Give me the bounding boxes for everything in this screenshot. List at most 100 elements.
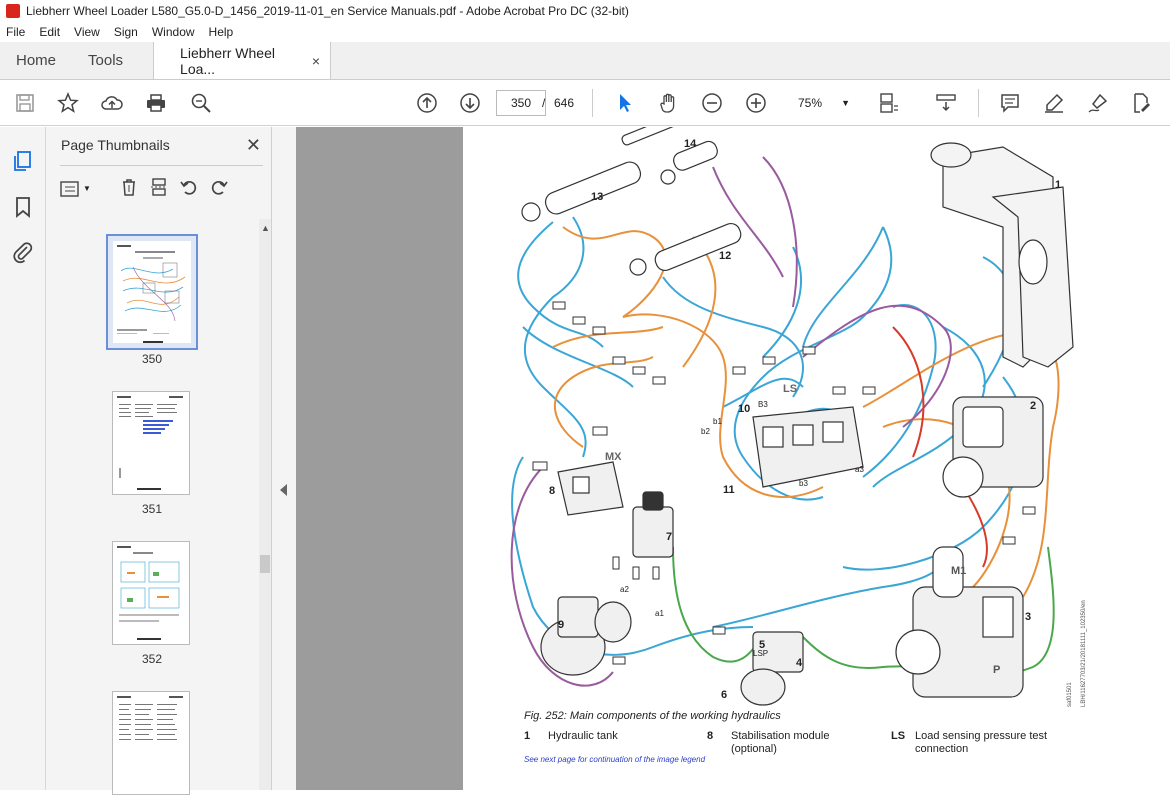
acrobat-logo-icon xyxy=(6,4,20,18)
side-code-1: saf01501 xyxy=(1067,682,1073,707)
continuation-note[interactable]: See next page for continuation of the im… xyxy=(524,755,705,764)
thumbnail-options-icon[interactable]: ▼ xyxy=(60,180,91,198)
title-bar: Liebherr Wheel Loader L580_G5.0-D_1456_2… xyxy=(0,0,1170,22)
diagram-label-9: 9 xyxy=(558,619,565,631)
scroll-up-icon[interactable]: ▲ xyxy=(261,223,270,233)
menu-view[interactable]: View xyxy=(74,25,100,39)
window-title: Liebherr Wheel Loader L580_G5.0-D_1456_2… xyxy=(26,4,629,18)
side-code-area-2: LBH/11627703/21/20181111_102350/en xyxy=(1081,567,1091,707)
zoom-search-icon[interactable] xyxy=(188,90,214,116)
legend-number: 1 xyxy=(524,730,531,742)
tab-home[interactable]: Home xyxy=(0,42,72,79)
scroll-mode-icon[interactable] xyxy=(933,90,959,116)
menu-bar: File Edit View Sign Window Help xyxy=(0,22,1170,42)
thumbnail-label: 352 xyxy=(141,652,163,666)
diagram-label-mx: MX xyxy=(605,451,622,463)
diagram-label-4: 4 xyxy=(796,657,803,669)
legend-text: Hydraulic tank xyxy=(548,730,618,742)
legend-number: LS xyxy=(891,730,906,742)
main-area: Page Thumbnails ✕ ▼ 350 351 352 ▲ 1 2 3 … xyxy=(0,127,1170,795)
left-nav-rail xyxy=(0,127,46,790)
diagram-label-8: 8 xyxy=(549,485,556,497)
menu-window[interactable]: Window xyxy=(152,25,195,39)
previous-page-icon[interactable] xyxy=(414,90,440,116)
select-cursor-icon[interactable] xyxy=(612,90,638,116)
total-pages: 646 xyxy=(554,96,575,110)
delete-page-icon[interactable] xyxy=(119,177,139,200)
hand-tool-icon[interactable] xyxy=(656,90,682,116)
page-number-input[interactable]: 350 xyxy=(496,90,546,116)
thumbnail-page-350[interactable] xyxy=(106,234,198,350)
diagram-label-p: P xyxy=(993,664,1001,676)
thumbnail-page-352[interactable] xyxy=(112,541,190,645)
page-separator: / xyxy=(542,96,546,110)
diagram-label-a1: a1 xyxy=(655,609,664,618)
menu-edit[interactable]: Edit xyxy=(39,25,60,39)
panel-divider xyxy=(60,165,263,166)
tab-document[interactable]: Liebherr Wheel Loa... × xyxy=(153,42,332,79)
diagram-label-b3: b3 xyxy=(799,479,808,488)
comment-icon[interactable] xyxy=(997,90,1023,116)
toolbar: 350 / 646 75% ▼ xyxy=(0,80,1170,126)
figure-caption: Fig. 252: Main components of the working… xyxy=(524,710,781,722)
thumbnail-label: 351 xyxy=(141,502,163,516)
attachments-paperclip-icon[interactable] xyxy=(11,240,35,264)
diagram-label-13: 13 xyxy=(591,191,604,203)
hydraulic-diagram xyxy=(510,127,1074,706)
page-thumbnails-panel: Page Thumbnails ✕ ▼ 350 351 352 ▲ xyxy=(46,127,272,795)
panel-close-icon[interactable]: ✕ xyxy=(246,135,261,156)
side-code-area: saf01501 xyxy=(1067,597,1077,707)
diagram-label-14: 14 xyxy=(684,138,697,150)
diagram-label-m1: M1 xyxy=(951,565,967,577)
extract-page-icon[interactable] xyxy=(149,177,169,200)
rotate-right-icon[interactable] xyxy=(209,177,229,200)
legend-number: 8 xyxy=(707,730,714,742)
fit-page-icon[interactable] xyxy=(875,90,901,116)
tab-tools[interactable]: Tools xyxy=(72,42,139,79)
highlight-pen-icon[interactable] xyxy=(1041,90,1067,116)
toolbar-divider xyxy=(592,89,593,117)
thumbnail-page-353[interactable] xyxy=(112,691,190,795)
diagram-label-b1: b1 xyxy=(713,417,722,426)
chevron-down-icon: ▼ xyxy=(841,98,850,108)
diagram-label-ls: LS xyxy=(783,383,798,395)
thumbnail-page-351[interactable] xyxy=(112,391,190,495)
tab-bar: Home Tools Liebherr Wheel Loa... × xyxy=(0,42,1170,80)
diagram-label-11: 11 xyxy=(723,484,735,496)
diagram-label-6: 6 xyxy=(721,689,728,701)
edit-pdf-icon[interactable] xyxy=(1128,90,1154,116)
print-icon[interactable] xyxy=(143,90,169,116)
zoom-out-icon[interactable] xyxy=(699,90,725,116)
menu-help[interactable]: Help xyxy=(209,25,234,39)
diagram-label-b2: b2 xyxy=(701,427,710,436)
panel-collapse-handle[interactable] xyxy=(272,127,296,790)
thumbnail-tools: ▼ xyxy=(60,177,229,200)
side-code-2: LBH/11627703/21/20181111_102350/en xyxy=(1081,600,1087,707)
menu-sign[interactable]: Sign xyxy=(114,25,138,39)
thumbnail-scrollbar[interactable]: ▲ xyxy=(259,219,271,790)
diagram-label-b3-upper: B3 xyxy=(758,400,768,409)
diagram-label-2: 2 xyxy=(1030,400,1037,412)
document-viewer[interactable]: 1 2 3 4 5 6 7 8 9 10 11 12 13 14 MX LS M… xyxy=(296,127,1170,790)
rotate-left-icon[interactable] xyxy=(179,177,199,200)
tab-close-icon[interactable]: × xyxy=(312,53,320,69)
diagram-label-lsp: LSP xyxy=(753,649,769,658)
diagram-label-7: 7 xyxy=(666,531,673,543)
save-icon[interactable] xyxy=(12,90,38,116)
bookmarks-icon[interactable] xyxy=(11,195,35,219)
page-thumbnails-icon[interactable] xyxy=(11,149,35,173)
upload-cloud-icon[interactable] xyxy=(99,90,125,116)
zoom-level-select[interactable]: 75% ▼ xyxy=(793,90,855,116)
diagram-label-10: 10 xyxy=(738,403,751,415)
bookmark-star-icon[interactable] xyxy=(55,90,81,116)
sign-pen-icon[interactable] xyxy=(1085,90,1111,116)
panel-title: Page Thumbnails xyxy=(61,137,170,153)
diagram-label-a3: a3 xyxy=(855,465,864,474)
next-page-icon[interactable] xyxy=(457,90,483,116)
thumbnail-scroll-thumb[interactable] xyxy=(260,555,270,573)
zoom-in-icon[interactable] xyxy=(743,90,769,116)
tab-document-label: Liebherr Wheel Loa... xyxy=(180,44,275,77)
pdf-page: 1 2 3 4 5 6 7 8 9 10 11 12 13 14 MX LS M… xyxy=(463,127,1170,790)
menu-file[interactable]: File xyxy=(6,25,25,39)
diagram-label-3: 3 xyxy=(1025,611,1032,623)
